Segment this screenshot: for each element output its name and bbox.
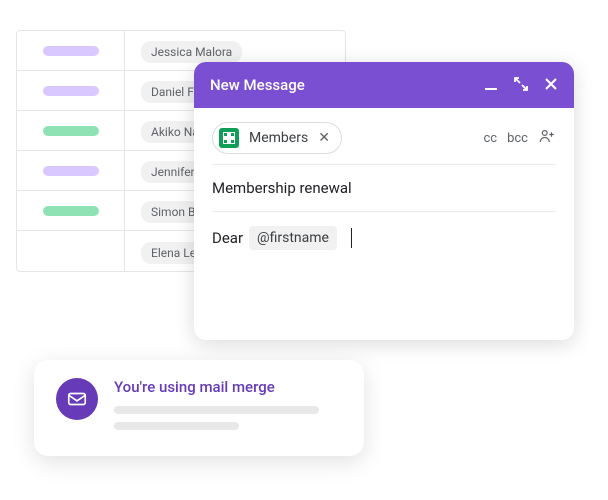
merge-variable[interactable]: @firstname xyxy=(249,226,337,250)
skeleton-line xyxy=(114,422,239,430)
status-cell xyxy=(17,31,125,70)
toast-title: You're using mail merge xyxy=(114,378,342,396)
expand-icon[interactable] xyxy=(514,76,528,95)
body-text: Dear xyxy=(212,229,243,247)
status-pill xyxy=(43,206,99,216)
status-cell xyxy=(17,191,125,230)
status-pill xyxy=(43,46,99,56)
minimize-icon[interactable] xyxy=(484,76,498,95)
bcc-button[interactable]: bcc xyxy=(507,131,528,146)
skeleton-line xyxy=(114,406,319,414)
close-icon[interactable] xyxy=(544,76,558,95)
recipient-label: Members xyxy=(249,130,308,146)
cc-button[interactable]: cc xyxy=(483,131,497,146)
mail-merge-toast: You're using mail merge xyxy=(34,360,364,456)
add-recipient-icon[interactable] xyxy=(538,127,556,149)
remove-recipient-icon[interactable]: ✕ xyxy=(318,130,330,146)
status-pill xyxy=(43,166,99,176)
status-cell xyxy=(17,231,125,271)
status-cell xyxy=(17,71,125,110)
sheets-icon xyxy=(219,128,239,148)
recipients-row: Members ✕ cc bcc xyxy=(194,108,574,164)
mail-merge-icon xyxy=(56,378,98,420)
subject-input[interactable]: Membership renewal xyxy=(194,165,574,211)
name-cell: Jessica Malora xyxy=(125,41,242,60)
compose-window: New Message Members ✕ cc bcc Membership … xyxy=(194,62,574,340)
compose-header: New Message xyxy=(194,62,574,108)
compose-window-controls xyxy=(484,76,558,95)
status-pill xyxy=(43,86,99,96)
status-cell xyxy=(17,111,125,150)
compose-title: New Message xyxy=(210,76,305,94)
status-cell xyxy=(17,151,125,190)
recipient-extras: cc bcc xyxy=(483,127,556,149)
status-pill xyxy=(43,126,99,136)
text-cursor xyxy=(351,228,352,248)
recipient-chip[interactable]: Members ✕ xyxy=(212,122,342,154)
toast-body: You're using mail merge xyxy=(114,378,342,438)
message-body[interactable]: Dear @firstname xyxy=(194,212,574,340)
contact-name: Jessica Malora xyxy=(141,41,242,63)
